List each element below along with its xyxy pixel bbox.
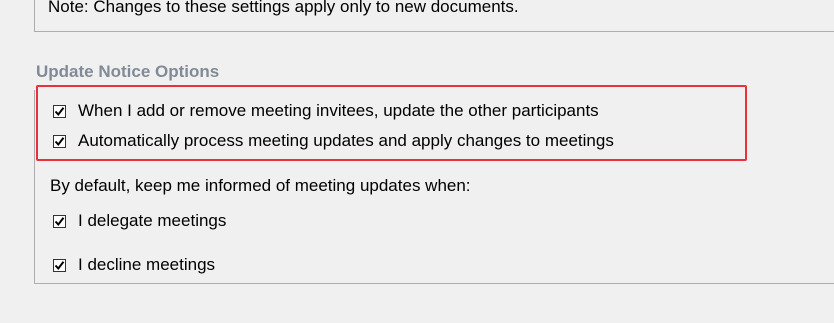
- checkbox-delegate-meetings[interactable]: [53, 214, 66, 228]
- option-label: I decline meetings: [78, 255, 216, 274]
- default-inform-text: By default, keep me informed of meeting …: [50, 176, 471, 195]
- option-label: I delegate meetings: [78, 211, 227, 230]
- checkbox-update-participants[interactable]: [53, 104, 66, 118]
- option-update-participants[interactable]: When I add or remove meeting invitees, u…: [53, 101, 599, 121]
- checkmark-icon: [54, 106, 65, 116]
- checkbox-decline-meetings[interactable]: [53, 258, 66, 272]
- checkbox-auto-process[interactable]: [53, 134, 66, 148]
- option-auto-process[interactable]: Automatically process meeting updates an…: [53, 131, 614, 151]
- option-label: When I add or remove meeting invitees, u…: [78, 101, 599, 120]
- checkmark-icon: [54, 260, 65, 270]
- option-delegate-meetings[interactable]: I delegate meetings: [53, 211, 226, 231]
- settings-page: Note: Changes to these settings apply on…: [0, 0, 834, 323]
- checkmark-icon: [54, 216, 65, 226]
- note-text: Note: Changes to these settings apply on…: [48, 0, 519, 16]
- update-notice-title: Update Notice Options: [36, 62, 220, 81]
- option-label: Automatically process meeting updates an…: [78, 131, 614, 150]
- option-decline-meetings[interactable]: I decline meetings: [53, 255, 215, 275]
- checkmark-icon: [54, 136, 65, 146]
